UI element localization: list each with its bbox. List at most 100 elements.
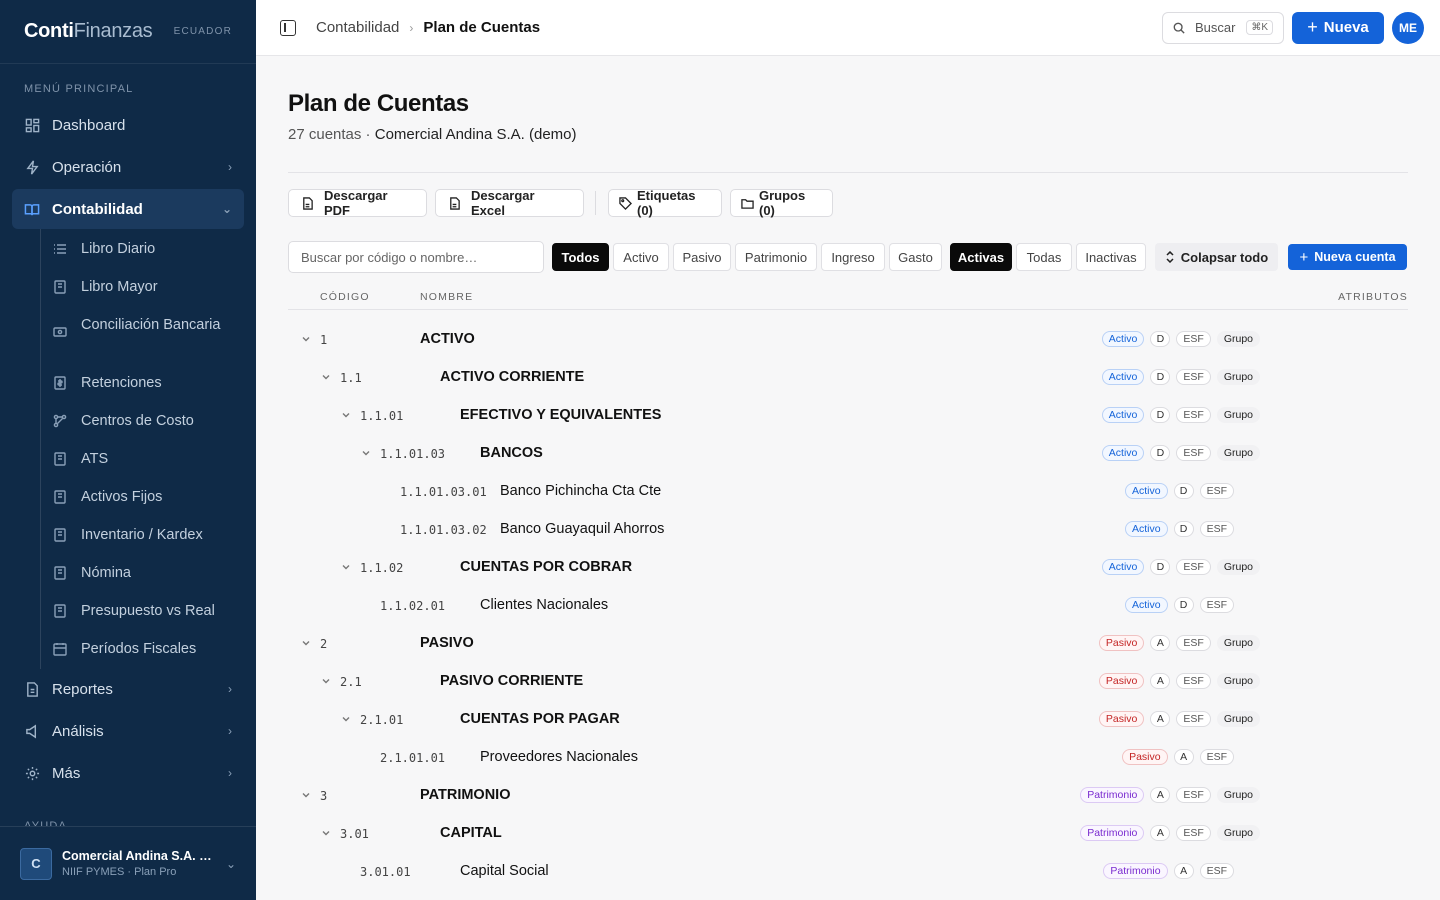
subnav-inventario[interactable]: Inventario / Kardex	[41, 525, 245, 545]
column-attrs: ATRIBUTOS	[1338, 291, 1408, 303]
account-code: 3.01.01	[360, 865, 411, 879]
chevron-down-icon[interactable]	[300, 789, 312, 801]
filter-gasto[interactable]: Gasto	[889, 243, 942, 271]
filter-todas[interactable]: Todas	[1016, 243, 1072, 271]
filter-todos[interactable]: Todos	[552, 243, 609, 271]
table-row[interactable]: 3.01.01 Capital Social Patrimonio A ESF	[288, 853, 1408, 891]
filter-patrimonio[interactable]: Patrimonio	[735, 243, 817, 271]
group-badge: Grupo	[1216, 445, 1260, 461]
table-row[interactable]: 3 PATRIMONIO Patrimonio A ESF Grupo	[288, 777, 1408, 815]
global-search-button[interactable]: Buscar ⌘K	[1162, 11, 1284, 44]
statement-badge: ESF	[1176, 331, 1211, 347]
subnav-libro-diario[interactable]: Libro Diario	[41, 239, 245, 259]
subnav-nomina[interactable]: Nómina	[41, 563, 245, 583]
table-row[interactable]: 1.1.01 EFECTIVO Y EQUIVALENTES Activo D ESF G…	[288, 397, 1408, 435]
table-row[interactable]: 2.1.01.01 Proveedores Nacionales Pasivo A ES…	[288, 739, 1408, 777]
filter-ingreso[interactable]: Ingreso	[821, 243, 885, 271]
statement-badge: ESF	[1199, 521, 1234, 537]
button-label: Descargar PDF	[324, 188, 388, 218]
account-attributes: Activo D ESF	[1124, 521, 1234, 537]
download-pdf-button[interactable]: Descargar PDF	[288, 188, 427, 218]
subnav-label: Libro Diario	[81, 241, 156, 257]
tags-button[interactable]: Etiquetas (0)	[608, 188, 722, 218]
account-search-input[interactable]: Buscar por código o nombre…	[288, 241, 544, 273]
nav-dashboard[interactable]: Dashboard	[12, 105, 244, 145]
list-icon	[53, 242, 67, 256]
nav-reportes[interactable]: Reportes ›	[12, 669, 244, 709]
table-row[interactable]: 2.1 PASIVO CORRIENTE Pasivo A ESF Grupo	[288, 663, 1408, 701]
table-row[interactable]: 1.1.01.03 BANCOS Activo D ESF Grupo	[288, 435, 1408, 473]
nav-label: Más	[52, 764, 81, 782]
nav-label: Operación	[52, 158, 122, 176]
chevrons-up-down-icon	[1165, 251, 1175, 263]
group-badge: Grupo	[1216, 673, 1260, 689]
filter-pasivo[interactable]: Pasivo	[673, 243, 731, 271]
breadcrumb-parent[interactable]: Contabilidad	[316, 19, 399, 36]
subnav-centros-costo[interactable]: Centros de Costo	[41, 411, 245, 431]
chevron-down-icon[interactable]	[320, 827, 332, 839]
table-row[interactable]: 1 ACTIVO Activo D ESF Grupo	[288, 321, 1408, 359]
chevron-right-icon: ›	[228, 160, 232, 174]
statement-badge: ESF	[1176, 445, 1211, 461]
collapse-all-button[interactable]: Colapsar todo	[1155, 243, 1278, 271]
column-code[interactable]: CÓDIGO	[320, 291, 370, 303]
chevron-down-icon[interactable]	[320, 675, 332, 687]
subnav-retenciones[interactable]: Retenciones	[41, 373, 245, 393]
chevron-down-icon[interactable]	[340, 409, 352, 421]
filter-activo[interactable]: Activo	[613, 243, 669, 271]
type-badge: Activo	[1101, 559, 1145, 575]
subnav-label: Libro Mayor	[81, 279, 158, 295]
nav-label: Contabilidad	[52, 200, 143, 218]
ledger-icon	[53, 452, 67, 466]
subnav-activos-fijos[interactable]: Activos Fijos	[41, 487, 245, 507]
org-switcher[interactable]: C Comercial Andina S.A. (demo) NIIF PYME…	[0, 826, 256, 900]
nav-mas[interactable]: Más ›	[12, 753, 244, 793]
chevron-down-icon[interactable]	[300, 637, 312, 649]
account-attributes: Activo D ESF	[1124, 597, 1234, 613]
chevron-down-icon[interactable]	[360, 447, 372, 459]
download-excel-button[interactable]: Descargar Excel	[435, 188, 584, 218]
table-row[interactable]: 1.1.02.01 Clientes Nacionales Activo D ESF	[288, 587, 1408, 625]
group-badge: Grupo	[1216, 711, 1260, 727]
new-button[interactable]: + Nueva	[1292, 11, 1384, 44]
new-account-button[interactable]: + Nueva cuenta	[1288, 244, 1407, 270]
type-badge: Pasivo	[1098, 673, 1145, 689]
chevron-down-icon[interactable]	[340, 561, 352, 573]
nav-analisis[interactable]: Análisis ›	[12, 711, 244, 751]
file-icon	[301, 196, 314, 210]
table-row[interactable]: 2 PASIVO Pasivo A ESF Grupo	[288, 625, 1408, 663]
group-badge: Grupo	[1216, 787, 1260, 803]
subnav-periodos[interactable]: Períodos Fiscales	[41, 639, 245, 659]
nature-badge: D	[1173, 521, 1194, 537]
nature-badge: A	[1173, 749, 1194, 765]
subnav-libro-mayor[interactable]: Libro Mayor	[41, 277, 245, 297]
chevron-down-icon[interactable]	[300, 333, 312, 345]
table-row[interactable]: 1.1.01.03.02 Banco Guayaquil Ahorros Activ…	[288, 511, 1408, 549]
groups-button[interactable]: Grupos (0)	[730, 188, 833, 218]
column-name[interactable]: NOMBRE	[420, 291, 473, 303]
bolt-icon	[24, 159, 40, 175]
chevron-down-icon[interactable]	[340, 713, 352, 725]
subnav-presupuesto[interactable]: Presupuesto vs Real	[41, 601, 245, 621]
table-row[interactable]: 3.01 CAPITAL Patrimonio A ESF Grupo	[288, 815, 1408, 853]
nav-contabilidad[interactable]: Contabilidad ⌄	[12, 189, 244, 229]
statement-badge: ESF	[1176, 369, 1211, 385]
table-row[interactable]: 2.1.01 CUENTAS POR PAGAR Pasivo A ESF Grupo	[288, 701, 1408, 739]
type-badge: Activo	[1124, 597, 1168, 613]
subnav-conciliacion[interactable]: Conciliación Bancaria	[41, 315, 245, 339]
type-badge: Activo	[1101, 445, 1145, 461]
table-row[interactable]: 1.1.02 CUENTAS POR COBRAR Activo D ESF Grupo	[288, 549, 1408, 587]
brand-logo[interactable]: ContiFinanzas	[24, 20, 153, 43]
table-row[interactable]: 1.1.01.03.01 Banco Pichincha Cta Cte Activ…	[288, 473, 1408, 511]
table-row[interactable]: 1.1 ACTIVO CORRIENTE Activo D ESF Grupo	[288, 359, 1408, 397]
sidebar-toggle-icon[interactable]	[280, 19, 296, 36]
filter-activas[interactable]: Activas	[950, 243, 1012, 271]
org-plan: NIIF PYMES · Plan Pro	[62, 866, 177, 878]
dashboard-icon	[24, 117, 40, 133]
button-label: Nueva cuenta	[1314, 250, 1396, 264]
subnav-ats[interactable]: ATS	[41, 449, 245, 469]
nav-operacion[interactable]: Operación ›	[12, 147, 244, 187]
filter-inactivas[interactable]: Inactivas	[1076, 243, 1146, 271]
user-avatar[interactable]: ME	[1392, 11, 1424, 44]
chevron-down-icon[interactable]	[320, 371, 332, 383]
